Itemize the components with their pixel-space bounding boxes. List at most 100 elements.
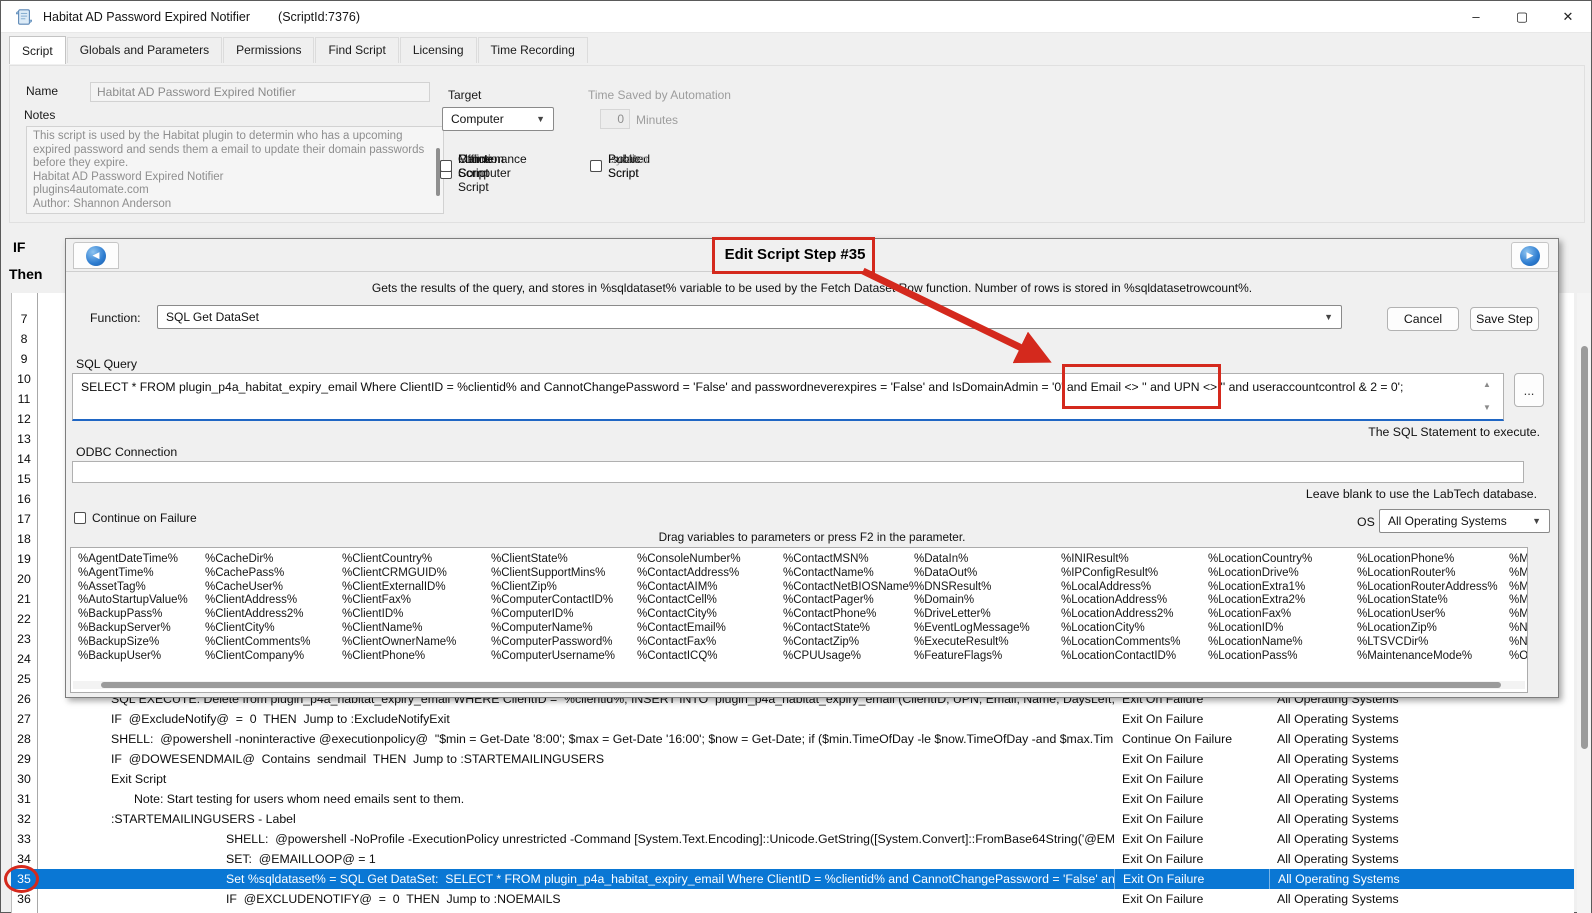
step-line-number[interactable]: 18 [11, 532, 37, 546]
variable-chip[interactable]: %ExecuteResult% [914, 636, 1061, 650]
step-line-number[interactable]: 8 [11, 332, 37, 346]
variable-chip[interactable]: %ComputerContactID% [491, 594, 637, 608]
spinner-down-icon[interactable]: ▼ [1483, 403, 1491, 412]
checkbox-row[interactable]: Function Script [440, 152, 504, 180]
step-line-number[interactable]: 32 [11, 812, 37, 826]
step-line-number[interactable]: 36 [11, 892, 37, 906]
step-text[interactable]: SHELL: @powershell -noninteractive @exec… [37, 732, 1114, 746]
tab[interactable]: Globals and Parameters [67, 37, 222, 63]
variable-chip[interactable]: %ClientName% [342, 622, 491, 636]
step-line-number[interactable]: 11 [11, 392, 37, 406]
variable-chip[interactable]: %ClientOwnerName% [342, 636, 491, 650]
step-line-number[interactable]: 24 [11, 652, 37, 666]
variable-chip[interactable]: %DriveLetter% [914, 608, 1061, 622]
variable-chip[interactable]: %M [1509, 608, 1528, 622]
variable-chip[interactable]: %DNSResult% [914, 581, 1061, 595]
variable-chip[interactable]: %LocationPhone% [1357, 553, 1509, 567]
step-text[interactable]: SHELL: @powershell -NoProfile -Execution… [37, 832, 1114, 846]
cancel-button[interactable]: Cancel [1387, 307, 1459, 331]
step-line-number[interactable]: 20 [11, 572, 37, 586]
checkbox-icon[interactable] [74, 512, 86, 524]
notes-field[interactable]: This script is used by the Habitat plugi… [26, 126, 444, 214]
step-text[interactable]: SET: @EMAILLOOP@ = 1 [37, 852, 1114, 866]
variable-chip[interactable]: %M [1509, 594, 1528, 608]
step-line-number[interactable]: 17 [11, 512, 37, 526]
variable-chip[interactable]: %ClientCity% [205, 622, 342, 636]
step-os[interactable]: All Operating Systems [1269, 852, 1574, 866]
step-line-number[interactable]: 34 [11, 852, 37, 866]
variable-chip[interactable]: %LocationID% [1208, 622, 1357, 636]
step-on-failure[interactable]: Exit On Failure [1114, 772, 1269, 786]
step-line-number[interactable]: 26 [11, 692, 37, 706]
variable-chip[interactable]: %ConsoleNumber% [637, 553, 783, 567]
step-on-failure[interactable]: Exit On Failure [1114, 792, 1269, 806]
variable-chip[interactable]: %ClientZip% [491, 581, 637, 595]
variable-chip[interactable]: %LocationAddress% [1061, 594, 1208, 608]
variable-chip[interactable]: %LocationRouterAddress% [1357, 581, 1509, 595]
sql-query-spinner[interactable]: ▲ ▼ [1478, 377, 1496, 415]
variable-chip[interactable]: %LocationContactID% [1061, 650, 1208, 664]
continue-on-failure-checkbox[interactable]: Continue on Failure [74, 511, 197, 525]
step-text[interactable]: :STARTEMAILINGUSERS - Label [37, 812, 1114, 826]
variable-chip[interactable]: %LocationPass% [1208, 650, 1357, 664]
step-on-failure[interactable]: Exit On Failure [1114, 752, 1269, 766]
variable-chip[interactable]: %ClientAddress2% [205, 608, 342, 622]
step-line-number[interactable]: 12 [11, 412, 37, 426]
variable-chip[interactable]: %BackupPass% [78, 608, 205, 622]
step-text[interactable]: IF @EXCLUDENOTIFY@ = 0 THEN Jump to :NOE… [37, 892, 1114, 906]
variable-chip[interactable]: %INIResult% [1061, 553, 1208, 567]
step-row[interactable]: 35 Set %sqldataset% = SQL Get DataSet: S… [11, 869, 1574, 889]
step-line-number[interactable]: 22 [11, 612, 37, 626]
variable-chip[interactable]: %ContactPager% [783, 594, 914, 608]
step-line-number[interactable]: 16 [11, 492, 37, 506]
step-row[interactable]: 34 SET: @EMAILLOOP@ = 1 Exit On Failure … [11, 849, 1574, 869]
step-line-number[interactable]: 35 [11, 872, 37, 886]
step-on-failure[interactable]: Continue On Failure [1114, 732, 1269, 746]
variable-chip[interactable]: %ClientFax% [342, 594, 491, 608]
checkbox-icon[interactable] [590, 160, 602, 172]
step-line-number[interactable]: 33 [11, 832, 37, 846]
variable-chip[interactable]: %CacheUser% [205, 581, 342, 595]
variable-chip[interactable]: %ContactFax% [637, 636, 783, 650]
step-os[interactable]: All Operating Systems [1269, 832, 1574, 846]
step-row[interactable]: 30 Exit Script Exit On Failure All Opera… [11, 769, 1574, 789]
variable-chip[interactable]: %ClientCountry% [342, 553, 491, 567]
variable-chip[interactable]: %AssetTag% [78, 581, 205, 595]
run-step-button[interactable]: ▶ [1511, 242, 1549, 269]
variable-chip[interactable]: %ContactCell% [637, 594, 783, 608]
step-text[interactable]: IF @ExcludeNotify@ = 0 THEN Jump to :Exc… [37, 712, 1114, 726]
variables-hscrollbar-track[interactable] [73, 681, 1525, 689]
variable-chip[interactable]: %CPUUsage% [783, 650, 914, 664]
variable-chip[interactable]: %LocationName% [1208, 636, 1357, 650]
checkbox-icon[interactable] [440, 160, 452, 172]
variable-chip[interactable]: %ContactState% [783, 622, 914, 636]
variable-chip[interactable]: %N [1509, 636, 1528, 650]
variable-chip[interactable]: %DataOut% [914, 567, 1061, 581]
variable-chip[interactable]: %ContactICQ% [637, 650, 783, 664]
variable-chip[interactable]: %LocationComments% [1061, 636, 1208, 650]
variable-chip[interactable]: %Domain% [914, 594, 1061, 608]
step-line-number[interactable]: 13 [11, 432, 37, 446]
variable-chip[interactable]: %AutoStartupValue% [78, 594, 205, 608]
variable-chip[interactable]: %MaintenanceMode% [1357, 650, 1509, 664]
save-step-button[interactable]: Save Step [1470, 307, 1539, 331]
step-os[interactable]: All Operating Systems [1269, 892, 1574, 906]
variable-chip[interactable]: %AgentDateTime% [78, 553, 205, 567]
step-line-number[interactable]: 30 [11, 772, 37, 786]
step-os[interactable]: All Operating Systems [1269, 792, 1574, 806]
step-line-number[interactable]: 28 [11, 732, 37, 746]
variable-chip[interactable]: %ContactAIM% [637, 581, 783, 595]
checkbox-row[interactable]: Public Script [590, 152, 641, 180]
close-icon[interactable]: ✕ [1545, 1, 1591, 32]
variable-chip[interactable]: %ContactMSN% [783, 553, 914, 567]
step-text[interactable]: Note: Start testing for users whom need … [37, 792, 1114, 806]
variable-chip[interactable]: %LocalAddress% [1061, 581, 1208, 595]
step-os[interactable]: All Operating Systems [1269, 812, 1574, 826]
tab[interactable]: Script [9, 36, 66, 64]
variable-chip[interactable]: %ContactPhone% [783, 608, 914, 622]
maximize-icon[interactable]: ▢ [1499, 1, 1545, 32]
target-select[interactable]: Computer ▼ [442, 107, 554, 131]
step-on-failure[interactable]: Exit On Failure [1114, 892, 1269, 906]
variable-chip[interactable]: %M [1509, 567, 1528, 581]
back-button[interactable]: ◀ [73, 242, 119, 269]
